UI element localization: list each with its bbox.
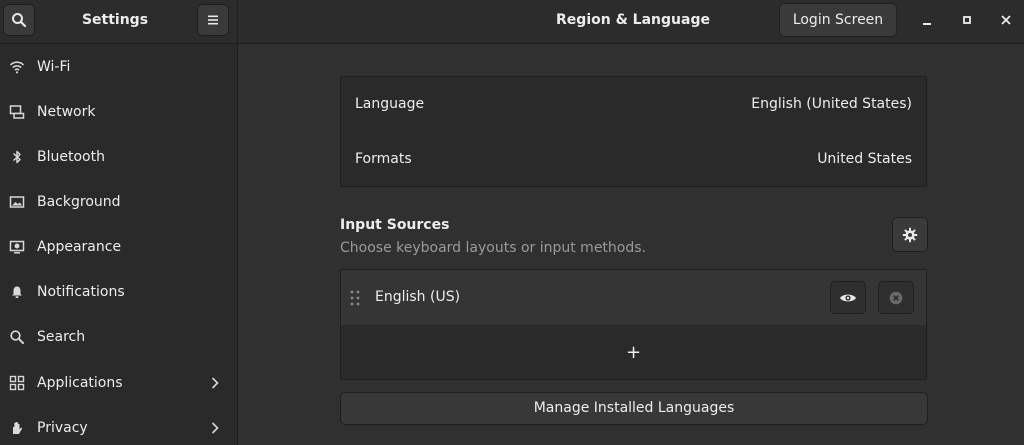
sidebar-item-bluetooth[interactable]: Bluetooth (0, 134, 237, 179)
gear-icon (902, 227, 918, 242)
bluetooth-icon (8, 148, 26, 166)
input-source-label: English (US) (375, 289, 461, 305)
add-icon: + (625, 342, 642, 363)
add-input-source-button[interactable]: + (341, 325, 926, 380)
sidebar-header: Settings (0, 0, 238, 44)
preview-layout-button[interactable] (830, 281, 866, 314)
header-bar: Settings Region & Language Login Screen (0, 0, 1024, 44)
sidebar-item-label: Bluetooth (37, 148, 105, 165)
appearance-icon (8, 238, 26, 256)
background-icon (8, 193, 26, 211)
search-icon (8, 328, 26, 346)
sidebar-item-label: Appearance (37, 238, 122, 255)
sidebar: Wi-Fi Network Bluetooth Background Appea… (0, 44, 238, 445)
network-icon (8, 103, 26, 121)
sidebar-title: Settings (81, 12, 149, 28)
language-value: English (United States) (751, 96, 912, 112)
close-button[interactable] (994, 8, 1018, 32)
sidebar-item-label: Background (37, 193, 121, 210)
input-sources-list: English (US) + (340, 269, 927, 380)
drag-handle-icon[interactable] (349, 289, 361, 307)
list-item[interactable]: English (US) (341, 270, 926, 325)
maximize-icon (963, 16, 971, 24)
remove-icon (889, 291, 903, 304)
sidebar-item-network[interactable]: Network (0, 89, 237, 134)
formats-value: United States (817, 151, 912, 167)
language-row[interactable]: Language English (United States) (341, 77, 926, 132)
manage-installed-languages-button[interactable]: Manage Installed Languages (340, 392, 928, 425)
main-content: Language English (United States) Formats… (239, 44, 1024, 445)
sidebar-item-privacy[interactable]: Privacy (0, 405, 237, 445)
input-sources-subtitle: Choose keyboard layouts or input methods… (340, 240, 646, 256)
sidebar-item-appearance[interactable]: Appearance (0, 224, 237, 269)
remove-input-source-button[interactable] (878, 281, 914, 314)
sidebar-item-label: Wi-Fi (37, 58, 71, 75)
minimize-icon (923, 23, 931, 25)
privacy-icon (8, 419, 26, 437)
login-screen-button[interactable]: Login Screen (779, 3, 897, 37)
hamburger-menu-icon (208, 15, 218, 25)
minimize-button[interactable] (915, 8, 939, 32)
eye-icon (840, 294, 856, 301)
sidebar-item-wifi[interactable]: Wi-Fi (0, 44, 237, 89)
chevron-right-icon (211, 376, 219, 389)
maximize-button[interactable] (955, 8, 979, 32)
sidebar-item-notifications[interactable]: Notifications (0, 269, 237, 314)
language-label: Language (355, 96, 425, 112)
menu-button[interactable] (197, 4, 229, 36)
sidebar-item-search[interactable]: Search (0, 314, 237, 359)
sidebar-item-label: Privacy (37, 419, 88, 436)
sidebar-item-label: Notifications (37, 283, 125, 300)
sidebar-item-label: Applications (37, 374, 123, 391)
bell-icon (8, 283, 26, 301)
formats-label: Formats (355, 151, 412, 167)
search-button[interactable] (3, 4, 35, 36)
chevron-right-icon (211, 421, 219, 434)
input-sources-options-button[interactable] (892, 217, 928, 252)
sidebar-item-label: Search (37, 328, 86, 345)
close-icon (1001, 15, 1011, 25)
wifi-icon (8, 58, 26, 76)
sidebar-item-label: Network (37, 103, 96, 120)
applications-icon (8, 374, 26, 392)
formats-row[interactable]: Formats United States (341, 132, 926, 187)
search-icon (12, 13, 27, 28)
input-sources-title: Input Sources (340, 217, 450, 233)
sidebar-item-background[interactable]: Background (0, 179, 237, 224)
sidebar-item-applications[interactable]: Applications (0, 360, 237, 405)
locale-card: Language English (United States) Formats… (340, 76, 927, 187)
